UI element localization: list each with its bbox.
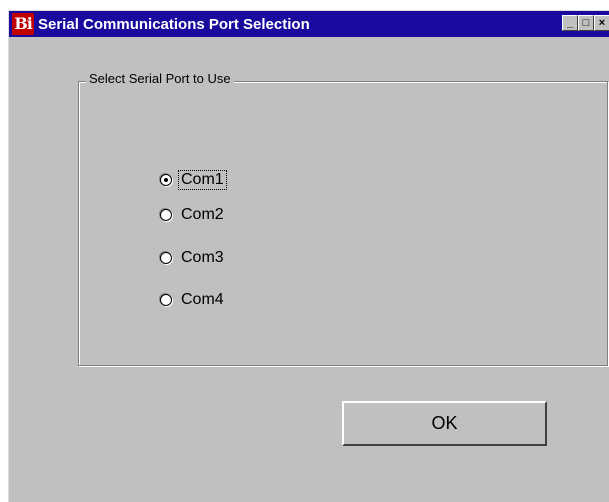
radio-button-com1[interactable]: [160, 174, 172, 186]
title-bar[interactable]: Bi Serial Communications Port Selection …: [9, 11, 609, 37]
radio-button-com3[interactable]: [160, 252, 172, 264]
close-icon[interactable]: ×: [594, 15, 609, 31]
window-controls: _ □ ×: [562, 15, 609, 31]
serial-port-group: [78, 81, 608, 366]
radio-label-com3[interactable]: Com3: [179, 249, 226, 267]
maximize-icon[interactable]: □: [578, 15, 594, 31]
radio-button-com2[interactable]: [160, 209, 172, 221]
minimize-icon[interactable]: _: [562, 15, 578, 31]
window-title: Serial Communications Port Selection: [38, 15, 310, 33]
radio-com1[interactable]: Com1: [160, 170, 227, 190]
radio-label-com2[interactable]: Com2: [179, 206, 226, 224]
ok-button[interactable]: OK: [342, 401, 547, 446]
app-logo-icon: Bi: [12, 13, 34, 35]
radio-button-com4[interactable]: [160, 294, 172, 306]
radio-label-com4[interactable]: Com4: [179, 291, 226, 309]
radio-label-com1[interactable]: Com1: [178, 170, 227, 190]
radio-com2[interactable]: Com2: [160, 206, 226, 224]
radio-com4[interactable]: Com4: [160, 291, 226, 309]
radio-com3[interactable]: Com3: [160, 249, 226, 267]
group-label: Select Serial Port to Use: [86, 71, 234, 86]
